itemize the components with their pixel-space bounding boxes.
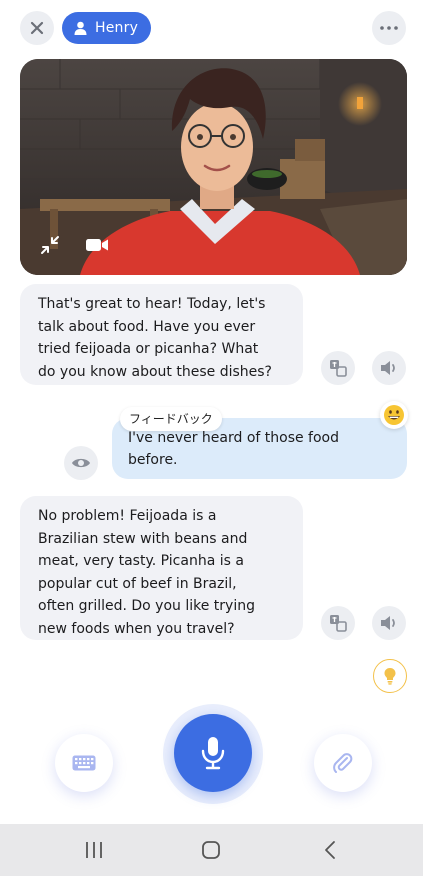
back-icon [325, 841, 335, 859]
close-icon [30, 21, 44, 35]
grinning-face-emoji-icon [380, 401, 408, 429]
system-navigation-bar [0, 824, 423, 876]
video-camera-icon [86, 239, 108, 251]
close-button[interactable] [20, 11, 54, 45]
avatar-scene-image [20, 59, 407, 275]
recents-button[interactable] [84, 838, 104, 862]
translate-button[interactable] [321, 606, 355, 640]
assistant-message: That's great to hear! Today, let's talk … [20, 284, 303, 385]
home-button[interactable] [200, 838, 222, 862]
keyboard-button[interactable] [55, 734, 113, 792]
collapse-arrows-icon [41, 236, 59, 254]
message-line: meat, very tasty. Picanha is a [38, 553, 244, 569]
translate-icon [330, 360, 347, 377]
home-icon [202, 841, 220, 859]
assistant-message: No problem! Feijoada is a Brazilian stew… [20, 496, 303, 640]
keyboard-icon [72, 755, 96, 771]
camera-toggle-button[interactable] [84, 235, 110, 255]
microphone-button[interactable] [174, 714, 252, 792]
message-line: often grilled. Do you like trying [38, 598, 255, 614]
speaker-icon [381, 361, 395, 375]
show-feedback-button[interactable] [64, 446, 98, 480]
message-line: Brazilian stew with beans and [38, 530, 248, 547]
collapse-video-button[interactable] [39, 234, 61, 256]
message-line: No problem! Feijoada is a [38, 508, 217, 524]
message-line: new foods when you travel? [38, 620, 235, 637]
attach-button[interactable] [314, 734, 372, 792]
message-line: That's great to hear! Today, let's [38, 296, 266, 312]
speaker-icon [381, 616, 395, 630]
message-line: before. [128, 452, 178, 468]
microphone-icon [201, 737, 225, 770]
translate-button[interactable] [321, 351, 355, 385]
person-icon [74, 21, 87, 35]
feedback-tag[interactable]: フィードバック [120, 407, 222, 431]
back-button[interactable] [320, 838, 340, 862]
hint-button[interactable] [373, 659, 407, 693]
message-line: talk about food. Have you ever [38, 318, 256, 335]
message-line: do you know about these dishes? [38, 363, 272, 380]
speaker-button[interactable] [372, 351, 406, 385]
avatar-video[interactable] [20, 59, 407, 275]
more-horizontal-icon [380, 26, 398, 30]
recents-icon [86, 842, 102, 858]
eye-icon [72, 458, 90, 468]
tutor-name-button[interactable]: Henry [62, 12, 152, 44]
top-bar: Henry [0, 0, 423, 56]
translate-icon [330, 615, 347, 632]
paperclip-icon [333, 753, 353, 773]
speaker-button[interactable] [372, 606, 406, 640]
message-line: popular cut of beef in Brazil, [38, 575, 237, 592]
more-options-button[interactable] [372, 11, 406, 45]
lightbulb-icon [384, 668, 396, 685]
message-line: tried feijoada or picanha? What [38, 341, 259, 357]
tutor-name: Henry [95, 20, 139, 36]
